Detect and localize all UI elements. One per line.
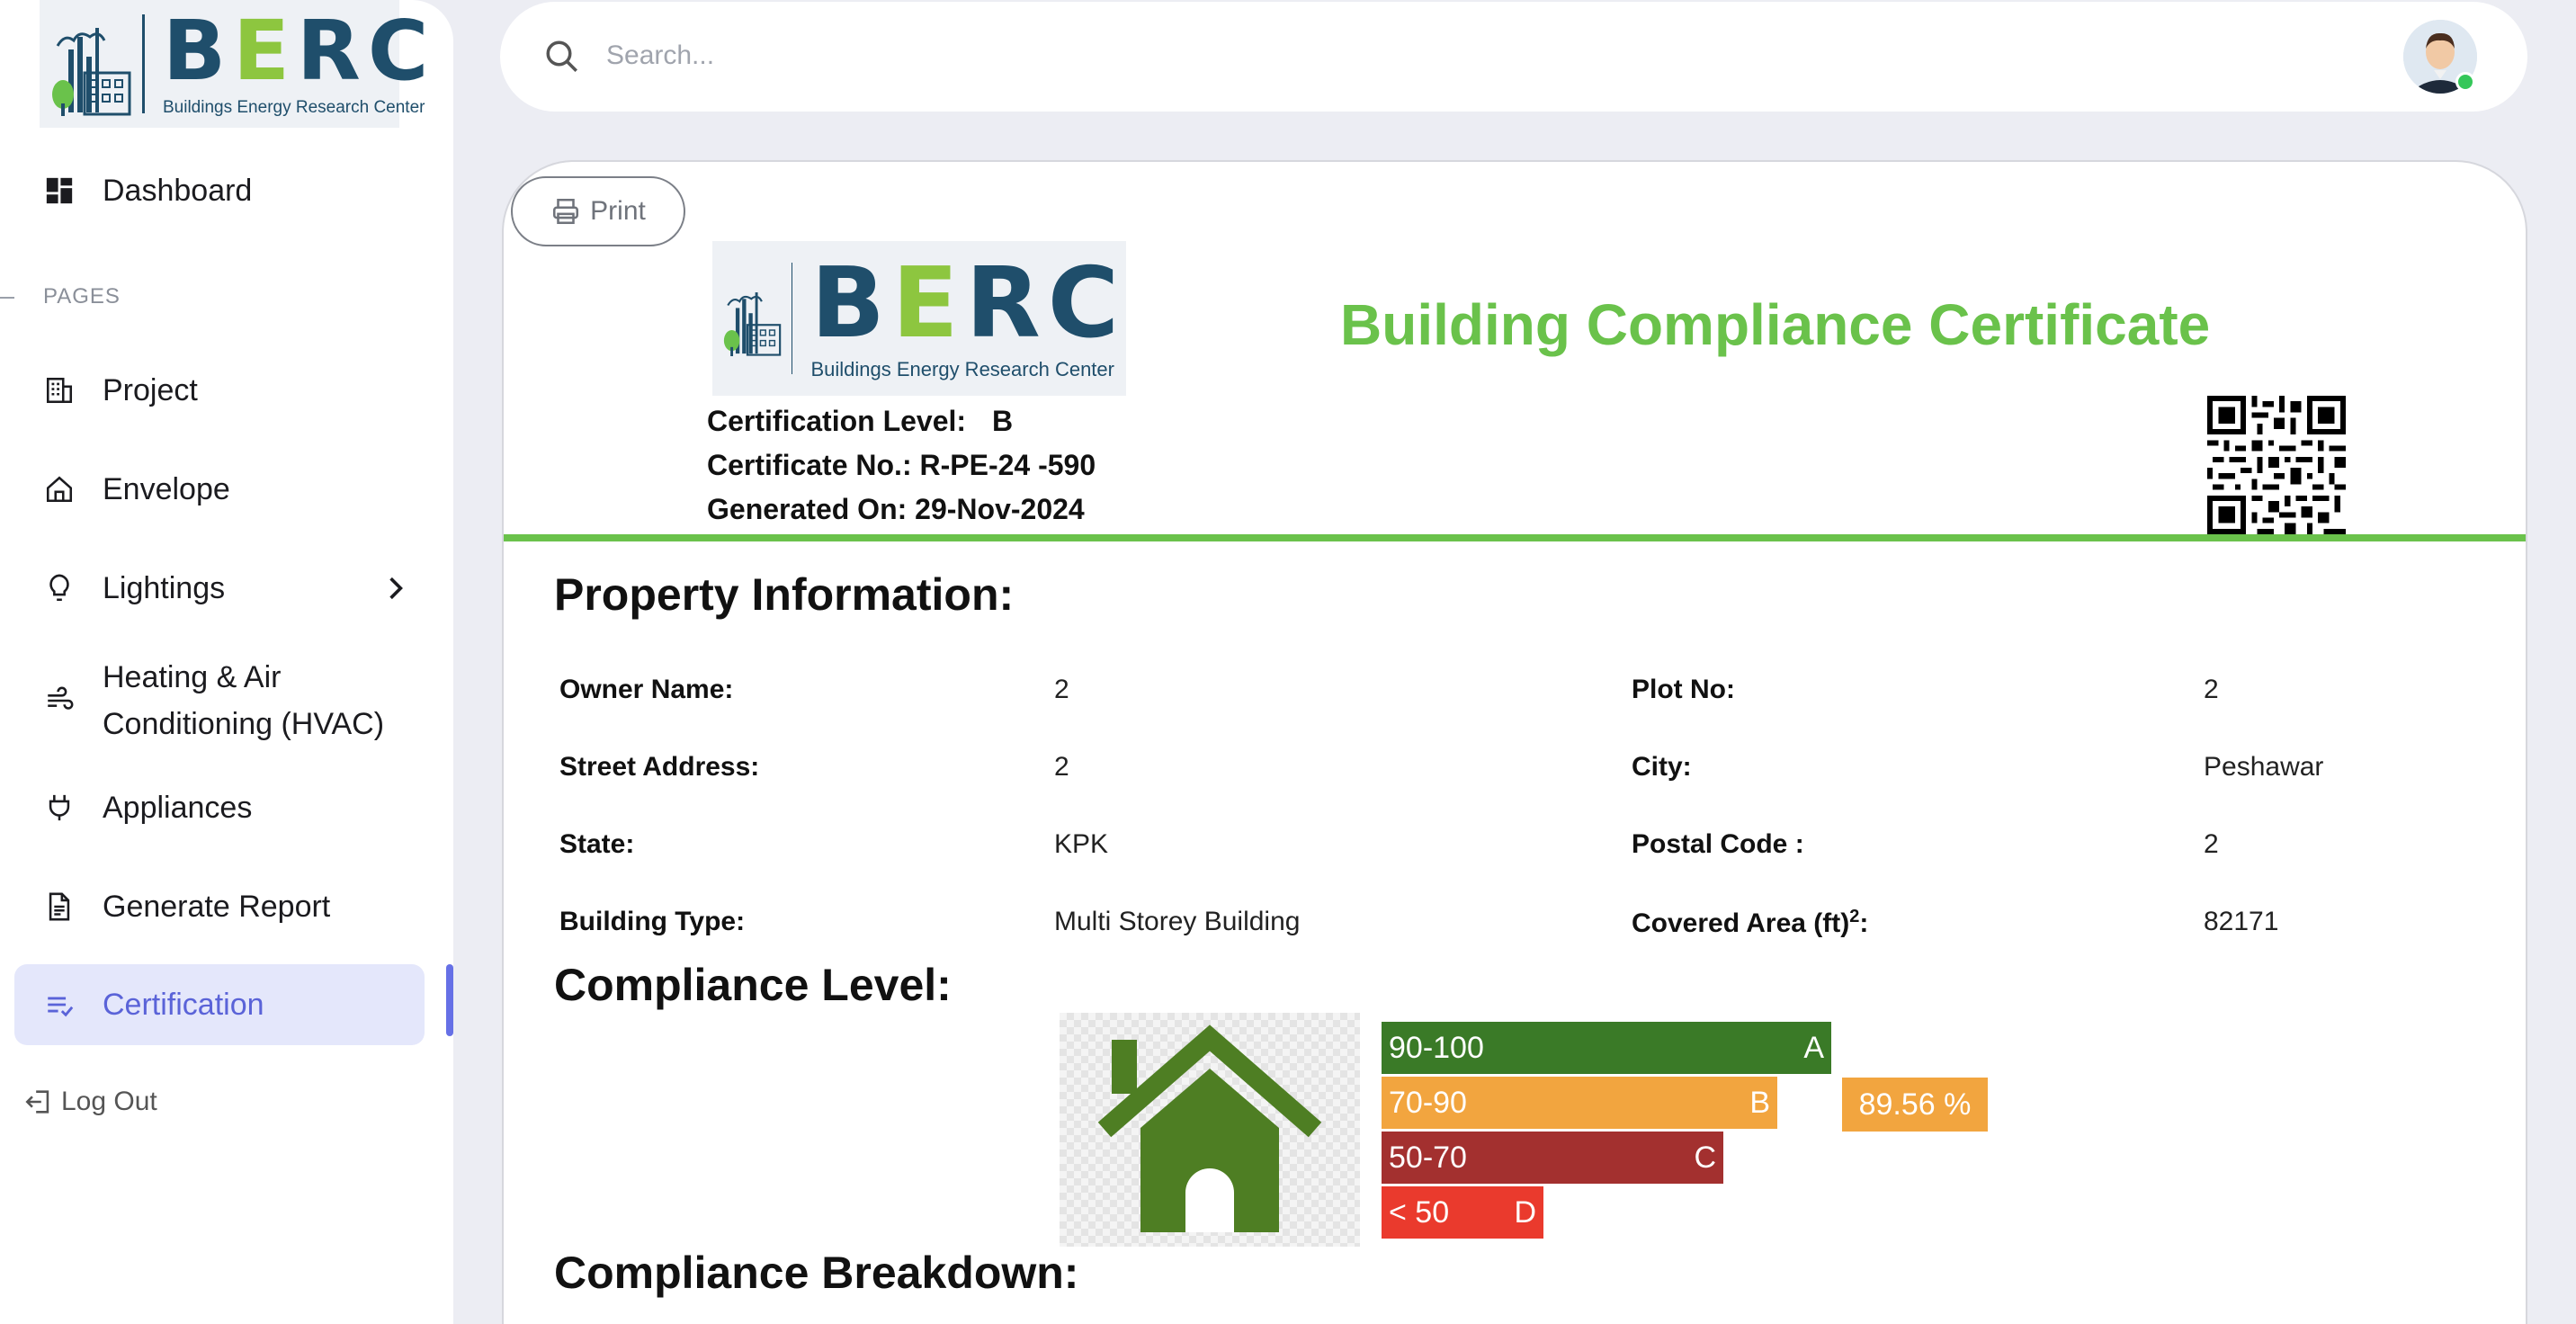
band-range: < 50 [1389,1194,1450,1230]
grade-band-d: < 50 D [1382,1186,1543,1239]
certificate-title: Building Compliance Certificate [1340,292,2211,357]
state-value: KPK [1054,829,1109,859]
generated-date: Generated On: 29-Nov-2024 [707,493,1085,526]
certification-level-label: Certification Level: [707,405,967,437]
compliance-score: 89.56 % [1842,1078,1988,1132]
compliance-level-heading: Compliance Level: [554,960,952,1010]
owner-name-label: Owner Name: [559,675,734,704]
band-grade: D [1514,1194,1536,1230]
certificate-card: Print BERC Buildings Energy Research Cen… [502,160,2527,1324]
certification-level: Certification Level: B [707,405,1013,438]
sidebar-item-hvac[interactable]: Heating & Air Conditioning (HVAC) [14,653,425,748]
search-icon [543,38,581,76]
printer-icon [550,196,581,227]
band-range: 50-70 [1389,1140,1467,1175]
sidebar-item-generate-report[interactable]: Generate Report [14,883,425,930]
covered-area-value: 82171 [2204,907,2279,936]
plot-no-label: Plot No: [1632,675,1735,704]
building-icon [41,372,77,408]
logo-wordmark: BERC [163,3,436,99]
sidebar-item-label: Heating & Air Conditioning (HVAC) [103,660,385,741]
chevron-right-icon[interactable] [383,572,408,613]
property-information-heading: Property Information: [554,569,1015,620]
building-type-value: Multi Storey Building [1054,907,1301,936]
sidebar-item-envelope[interactable]: Envelope [14,466,425,513]
covered-area-label: Covered Area (ft)2: [1632,907,1869,938]
logo-wordmark: BERC [810,247,1126,360]
sidebar-item-lightings[interactable]: Lightings [14,565,425,612]
city-label: City: [1632,752,1692,782]
dashboard-icon [41,173,77,209]
compliance-breakdown-heading: Compliance Breakdown: [554,1248,1079,1298]
qr-code-icon [2207,396,2346,534]
sidebar-item-label: Dashboard [103,173,253,208]
band-grade: A [1803,1030,1824,1065]
certificate-number-value: R-PE-24 -590 [919,449,1096,481]
lightbulb-icon [41,570,77,606]
postal-code-value: 2 [2204,829,2219,859]
document-icon [41,889,77,925]
band-grade: C [1694,1140,1716,1175]
logout-label: Log Out [61,1087,157,1116]
logo-subtitle: Buildings Energy Research Center [163,98,425,117]
street-address-label: Street Address: [559,752,760,782]
checklist-icon [41,987,77,1023]
logout-button[interactable]: Log Out [14,1081,425,1123]
certification-level-value: B [991,405,1014,437]
logout-icon [23,1087,54,1117]
sidebar-item-label: Certification [103,987,264,1022]
state-label: State: [559,829,635,859]
building-tree-logo-icon [723,292,782,356]
sidebar-item-label: Envelope [103,471,230,506]
certificate-number: Certificate No.: R-PE-24 -590 [707,449,1096,482]
certificate-number-label: Certificate No.: [707,449,912,481]
sidebar-item-label: Appliances [103,790,253,825]
grade-band-c: 50-70 C [1382,1132,1723,1184]
band-range: 90-100 [1389,1030,1484,1065]
berc-logo[interactable]: BERC Buildings Energy Research Center [40,0,428,128]
building-type-label: Building Type: [559,907,746,936]
pages-heading: PAGES [43,284,121,309]
print-label: Print [590,196,646,226]
generated-date-value: 29-Nov-2024 [915,493,1085,525]
house-icon [1097,1024,1322,1232]
street-address-value: 2 [1054,752,1069,782]
home-icon [41,471,77,507]
sidebar-item-project[interactable]: Project [14,367,425,414]
city-value: Peshawar [2204,752,2324,782]
plug-icon [41,790,77,826]
search-input[interactable] [606,29,1326,83]
generated-date-label: Generated On: [707,493,908,525]
grade-band-a: 90-100 A [1382,1022,1831,1074]
sidebar-item-appliances[interactable]: Appliances [14,784,425,831]
sidebar-item-label: Lightings [103,570,226,605]
print-button[interactable]: Print [511,176,685,246]
divider [0,297,14,299]
grade-band-b: 70-90 B [1382,1077,1777,1129]
active-indicator [446,964,453,1036]
band-grade: B [1749,1085,1770,1120]
plot-no-value: 2 [2204,675,2219,704]
wind-icon [41,683,77,719]
sidebar: BERC Buildings Energy Research Center Da… [0,0,453,1324]
certificate-logo: BERC Buildings Energy Research Center [712,241,1126,396]
owner-name-value: 2 [1054,675,1069,704]
house-graphic [1060,1013,1360,1247]
sidebar-item-certification[interactable]: Certification [14,964,425,1045]
postal-code-label: Postal Code : [1632,829,1804,859]
sidebar-item-dashboard[interactable]: Dashboard [14,167,425,214]
building-tree-logo-icon [52,28,131,116]
logo-subtitle: Buildings Energy Research Center [810,358,1114,380]
band-range: 70-90 [1389,1085,1467,1120]
header-divider [504,534,2526,541]
sidebar-item-label: Project [103,372,198,407]
online-status-dot [2455,72,2475,92]
sidebar-item-label: Generate Report [103,889,331,924]
top-bar [500,2,2527,112]
